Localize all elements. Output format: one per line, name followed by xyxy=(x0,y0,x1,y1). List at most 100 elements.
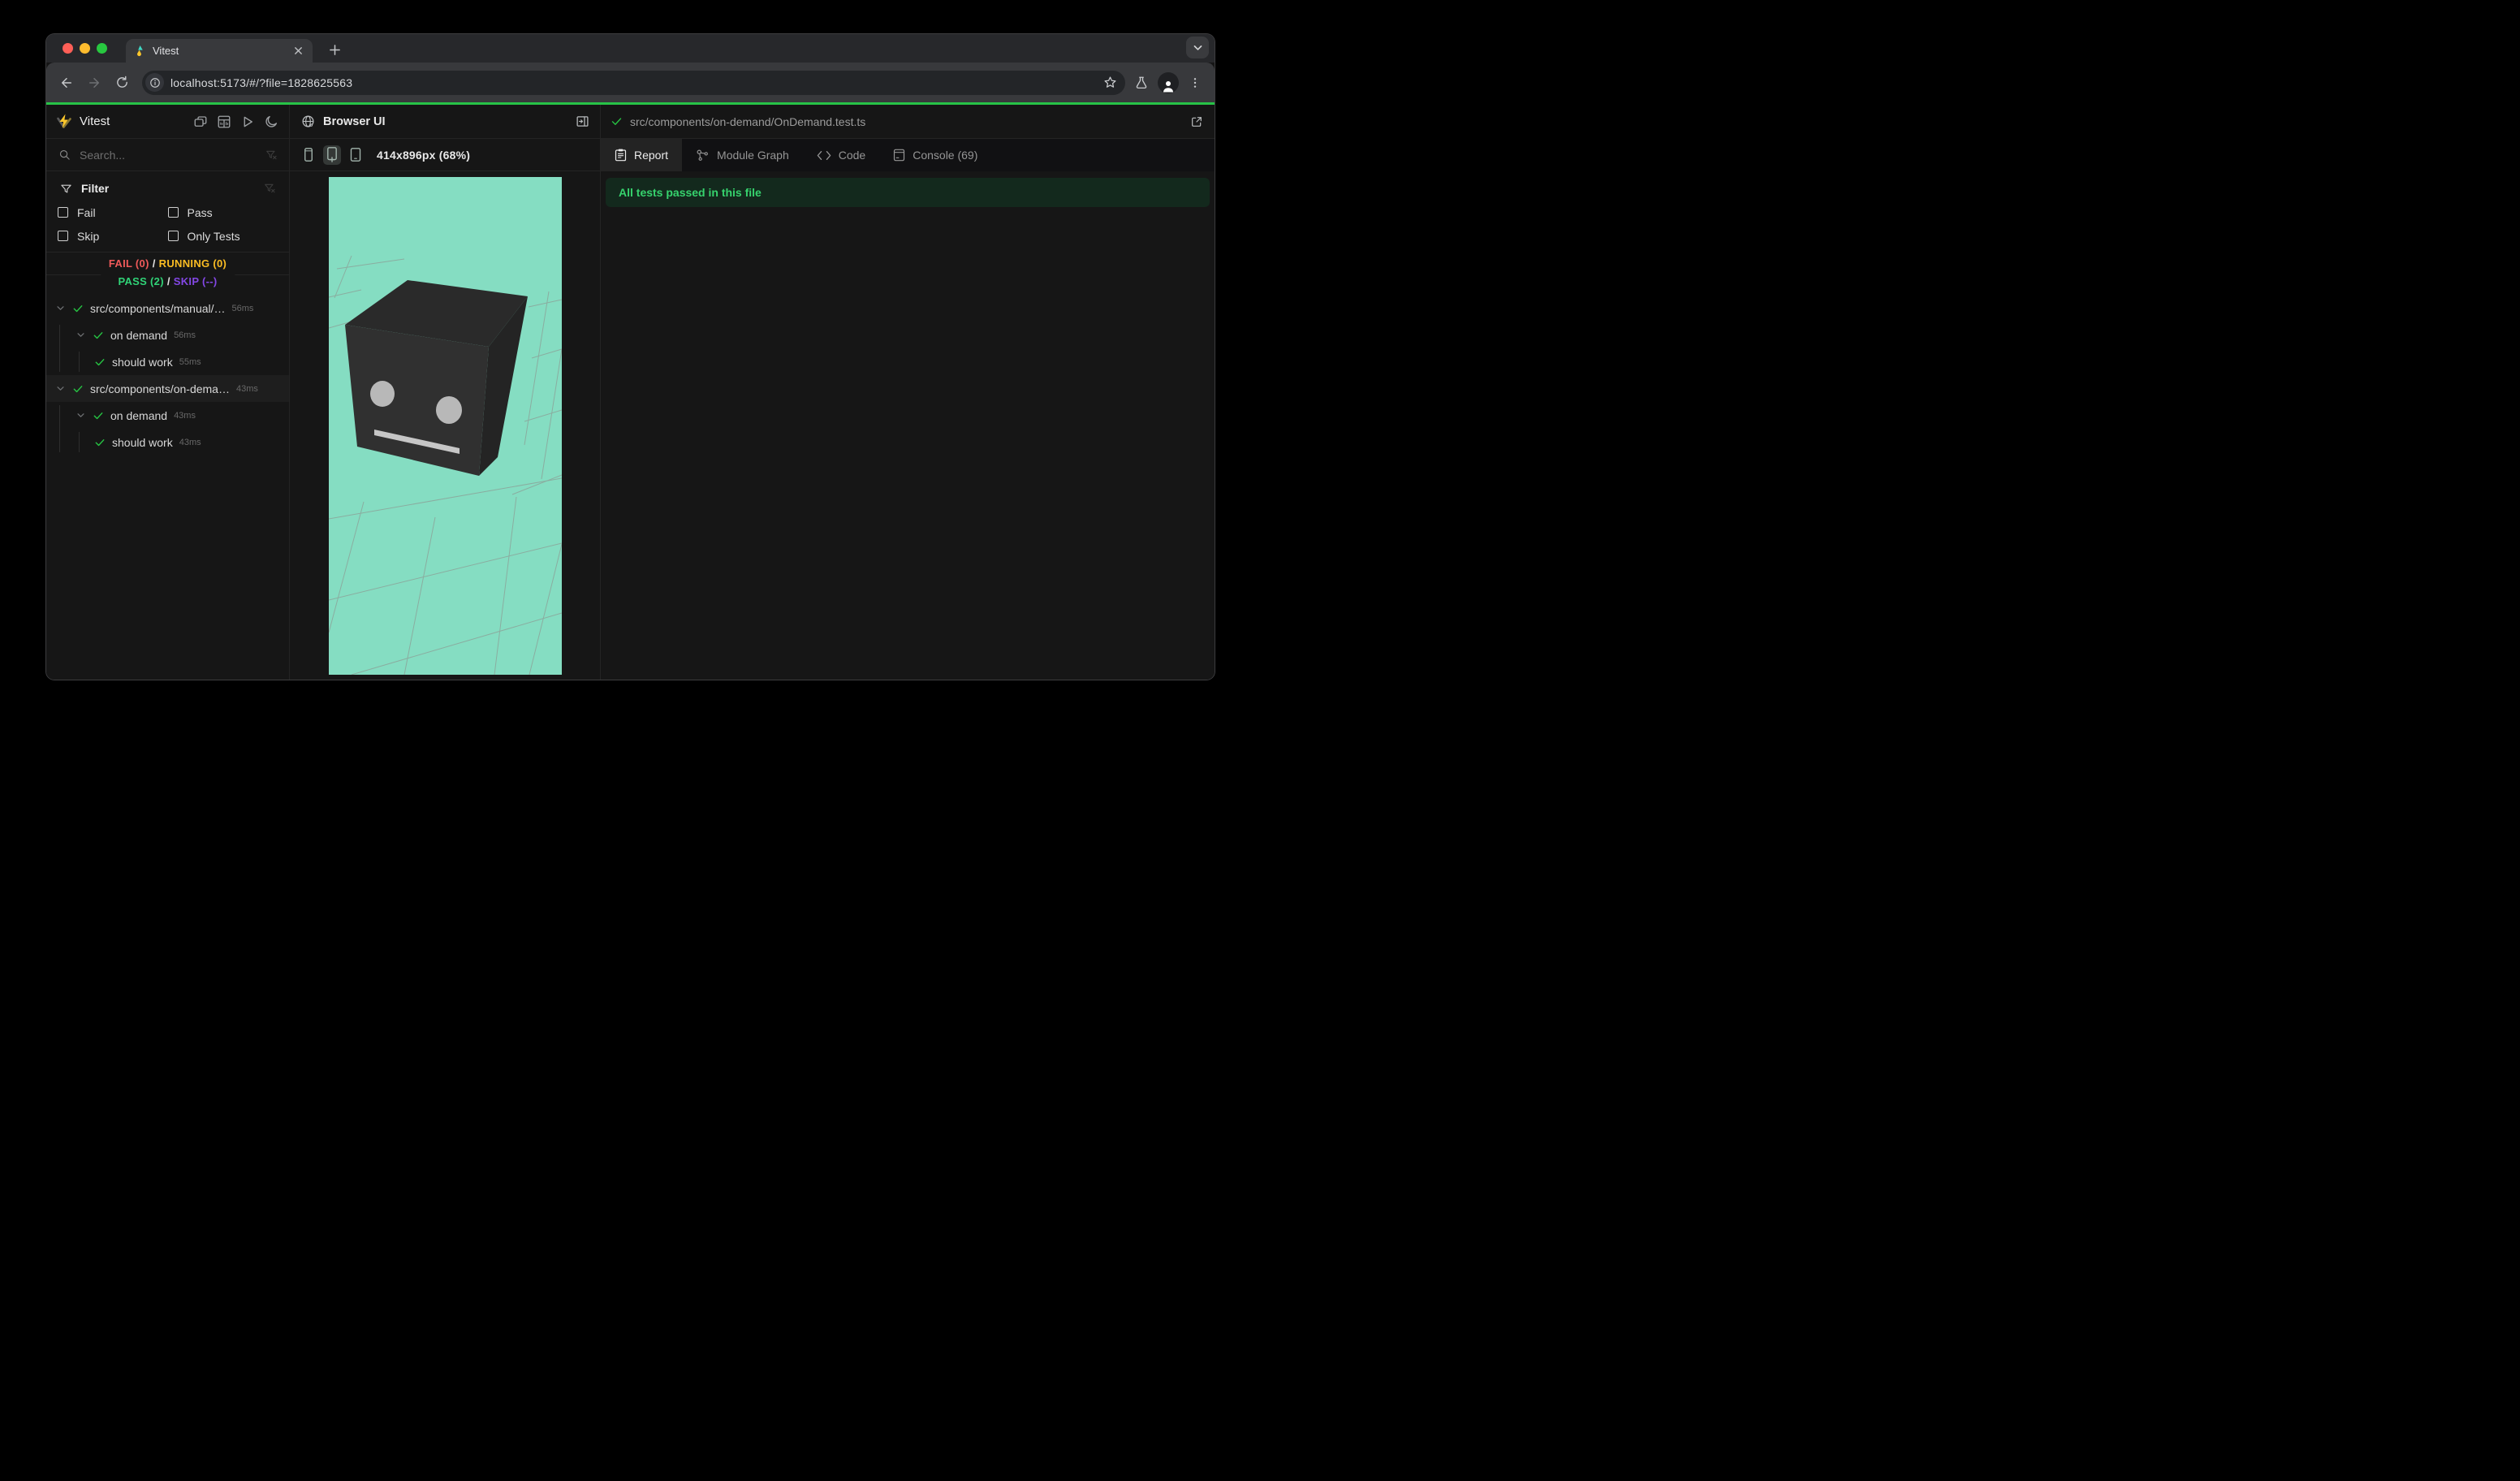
chevron-down-icon[interactable] xyxy=(56,304,66,313)
test-summary: FAIL (0) / RUNNING (0) PASS (2) / SKIP (--) xyxy=(46,253,289,295)
browser-menu-icon[interactable] xyxy=(1187,75,1203,91)
bookmark-star-icon[interactable] xyxy=(1099,72,1120,93)
filter-option-pass[interactable]: Pass xyxy=(167,201,278,224)
test-suite-row[interactable]: on demand 43ms xyxy=(46,402,289,429)
pass-check-icon xyxy=(94,356,106,368)
checkbox[interactable] xyxy=(167,207,179,218)
chevron-down-icon[interactable] xyxy=(56,384,66,393)
device-toolbar: 414x896px (68%) xyxy=(290,139,600,171)
device-tablet-icon[interactable] xyxy=(347,145,365,165)
search-input[interactable] xyxy=(80,148,256,162)
cube-right-eye xyxy=(435,396,462,424)
preview-stage xyxy=(290,171,600,680)
filter-option-skip[interactable]: Skip xyxy=(58,224,168,248)
tab-console-69[interactable]: Console (69) xyxy=(879,139,991,171)
pass-check-icon xyxy=(94,437,106,448)
summary-line-1: FAIL (0) / RUNNING (0) xyxy=(108,257,227,270)
clear-filter-icon[interactable] xyxy=(261,180,278,196)
report-panel: src/components/on-demand/OnDemand.test.t… xyxy=(601,105,1215,680)
banner-text: All tests passed in this file xyxy=(619,186,762,199)
experiments-flask-icon[interactable] xyxy=(1133,75,1150,91)
checkbox[interactable] xyxy=(58,207,68,218)
run-all-icon[interactable] xyxy=(239,114,256,130)
address-bar[interactable]: localhost:5173/#/?file=1828625563 xyxy=(142,70,1125,95)
clear-search-filter-icon[interactable] xyxy=(263,147,279,163)
vitest-favicon-icon xyxy=(134,45,146,57)
chevron-down-icon[interactable] xyxy=(76,330,86,339)
browser-tab[interactable]: Vitest xyxy=(126,39,313,63)
test-duration: 55ms xyxy=(179,356,201,367)
minimize-window-button[interactable] xyxy=(80,43,90,54)
filter-option-fail[interactable]: Fail xyxy=(58,201,168,224)
tab-code[interactable]: Code xyxy=(803,139,879,171)
test-name: src/components/on-dema… xyxy=(90,382,230,395)
new-tab-button[interactable] xyxy=(326,41,343,58)
traffic-lights xyxy=(63,43,107,54)
tab-title: Vitest xyxy=(153,45,179,57)
report-body: All tests passed in this file xyxy=(601,171,1215,680)
console-icon xyxy=(893,149,905,162)
dark-mode-moon-icon[interactable] xyxy=(263,114,279,130)
pass-count: PASS (2) xyxy=(118,275,164,287)
preview-windows-icon[interactable] xyxy=(192,114,209,130)
test-file-row[interactable]: src/components/manual/… 56ms xyxy=(46,295,289,322)
close-tab-icon[interactable] xyxy=(291,45,304,58)
test-file-row[interactable]: src/components/on-dema… 43ms xyxy=(46,375,289,402)
maximize-window-button[interactable] xyxy=(97,43,107,54)
vitest-logo-icon xyxy=(56,114,72,130)
url-text[interactable]: localhost:5173/#/?file=1828625563 xyxy=(170,76,1093,89)
filter-option-only-tests[interactable]: Only Tests xyxy=(167,224,278,248)
test-case-row[interactable]: should work 55ms xyxy=(46,348,289,375)
pass-check-icon xyxy=(72,303,84,314)
pass-check-icon xyxy=(93,330,104,341)
profile-avatar[interactable] xyxy=(1158,71,1179,93)
filter-options: Fail Pass Skip Only Tests xyxy=(58,201,278,248)
checkbox[interactable] xyxy=(167,231,179,241)
test-case-row[interactable]: should work 43ms xyxy=(46,429,289,456)
test-duration: 43ms xyxy=(235,383,258,394)
globe-icon xyxy=(300,114,316,130)
test-duration: 43ms xyxy=(179,437,201,447)
tab-label: Report xyxy=(634,149,669,162)
fail-count: FAIL (0) xyxy=(108,257,149,270)
code-icon xyxy=(817,149,831,162)
test-suite-row[interactable]: on demand 56ms xyxy=(46,322,289,348)
report-tab-bar: Report Module Graph Code Console (69) xyxy=(601,139,1215,171)
dock-panel-right-icon[interactable] xyxy=(574,114,590,130)
back-button[interactable] xyxy=(54,71,79,95)
browser-ui-title: Browser UI xyxy=(323,114,386,128)
chevron-down-icon[interactable] xyxy=(76,411,86,420)
dashboard-icon[interactable] xyxy=(216,114,232,130)
filter-section: Filter Fail Pass Skip Only Tests xyxy=(46,171,289,253)
device-phone-plus-icon[interactable] xyxy=(323,145,341,165)
checkbox-label: Skip xyxy=(77,229,100,243)
tab-search-chevron-button[interactable] xyxy=(1186,37,1209,58)
toolbar-right xyxy=(1133,71,1203,93)
open-external-icon[interactable] xyxy=(1189,114,1205,130)
vitest-sidebar: Vitest Search... Filter Fail Pass Skip O… xyxy=(46,105,290,680)
reload-button[interactable] xyxy=(110,71,134,95)
app-title: Vitest xyxy=(80,114,110,128)
browser-ui-panel: Browser UI 414x896px (68%) xyxy=(290,105,601,680)
device-phone-small-icon[interactable] xyxy=(300,145,317,165)
tab-report[interactable]: Report xyxy=(601,139,683,171)
checkbox[interactable] xyxy=(58,231,68,241)
report-icon xyxy=(615,149,627,162)
test-duration: 56ms xyxy=(174,330,196,340)
viewport-size-label: 414x896px (68%) xyxy=(377,148,471,162)
running-count: RUNNING (0) xyxy=(158,257,227,270)
close-window-button[interactable] xyxy=(63,43,73,54)
test-name: on demand xyxy=(110,328,168,342)
test-name: should work xyxy=(112,355,173,369)
tested-app-viewport[interactable] xyxy=(328,177,562,675)
tab-module-graph[interactable]: Module Graph xyxy=(682,139,803,171)
module-graph-icon xyxy=(696,149,710,162)
test-duration: 43ms xyxy=(174,410,196,421)
site-info-icon[interactable] xyxy=(145,73,164,92)
tab-label: Console (69) xyxy=(913,149,978,162)
all-tests-passed-banner: All tests passed in this file xyxy=(606,178,1210,207)
filter-title: Filter xyxy=(81,182,110,195)
checkbox-label: Fail xyxy=(77,205,96,219)
tab-label: Module Graph xyxy=(717,149,789,162)
forward-button[interactable] xyxy=(82,71,106,95)
